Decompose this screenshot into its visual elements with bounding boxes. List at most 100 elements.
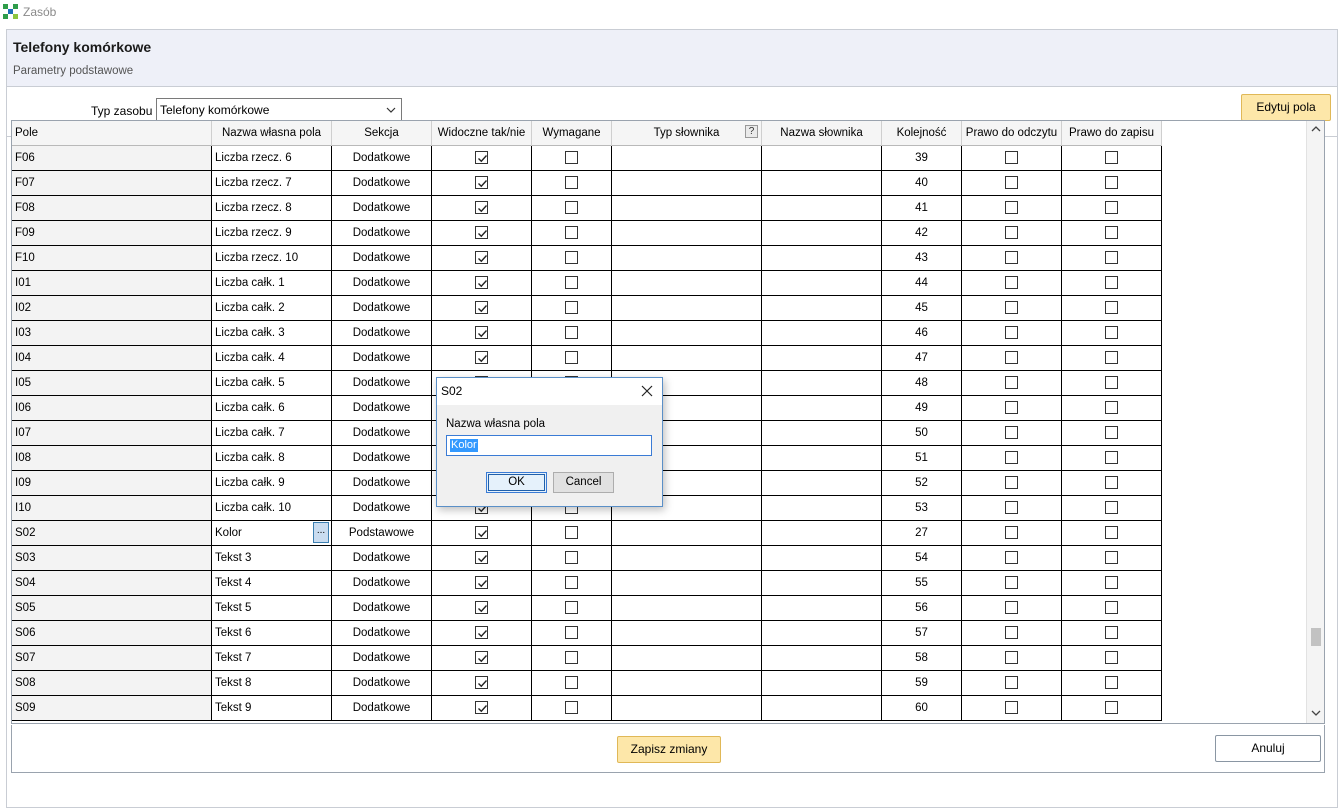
cell-section[interactable]: Dodatkowe [332,321,432,346]
cell-field-custom-name[interactable]: Liczba całk. 3 [212,321,332,346]
checkbox-checked[interactable] [475,226,488,239]
cell-dictionary-name[interactable] [762,196,882,221]
cell-order[interactable]: 40 [882,171,962,196]
dialog-cancel-button[interactable]: Cancel [553,472,614,493]
checkbox-unchecked[interactable] [1105,351,1118,364]
checkbox-checked[interactable] [475,176,488,189]
cell-write-permission[interactable] [1062,571,1162,596]
scrollbar-thumb[interactable] [1311,628,1321,646]
cell-field-custom-name[interactable]: Liczba całk. 4 [212,346,332,371]
cell-write-permission[interactable] [1062,521,1162,546]
cell-order[interactable]: 51 [882,446,962,471]
cell-section[interactable]: Dodatkowe [332,146,432,171]
cell-visible[interactable] [432,596,532,621]
cell-order[interactable]: 52 [882,471,962,496]
checkbox-unchecked[interactable] [1105,226,1118,239]
column-header-field-code[interactable]: Pole [12,121,212,146]
checkbox-checked[interactable] [475,351,488,364]
cell-field-custom-name[interactable]: Liczba rzecz. 8 [212,196,332,221]
cell-visible[interactable] [432,296,532,321]
cell-dictionary-name[interactable] [762,571,882,596]
checkbox-unchecked[interactable] [565,651,578,664]
cell-required[interactable] [532,221,612,246]
checkbox-checked[interactable] [475,576,488,589]
cell-dictionary-name[interactable] [762,546,882,571]
column-header-visible[interactable]: Widoczne tak/nie [432,121,532,146]
cell-order[interactable]: 49 [882,396,962,421]
checkbox-unchecked[interactable] [1105,526,1118,539]
cell-required[interactable] [532,571,612,596]
checkbox-unchecked[interactable] [1105,151,1118,164]
cell-visible[interactable] [432,621,532,646]
close-icon[interactable] [641,385,653,397]
cell-write-permission[interactable] [1062,646,1162,671]
cell-section[interactable]: Dodatkowe [332,221,432,246]
cell-field-custom-name[interactable]: Tekst 5 [212,596,332,621]
checkbox-unchecked[interactable] [1005,626,1018,639]
cell-read-permission[interactable] [962,471,1062,496]
cell-write-permission[interactable] [1062,446,1162,471]
checkbox-unchecked[interactable] [565,701,578,714]
cell-field-custom-name[interactable]: Liczba rzecz. 9 [212,221,332,246]
cell-section[interactable]: Dodatkowe [332,671,432,696]
cell-required[interactable] [532,196,612,221]
cell-visible[interactable] [432,221,532,246]
cell-dictionary-name[interactable] [762,471,882,496]
cell-dictionary-name[interactable] [762,171,882,196]
cell-required[interactable] [532,321,612,346]
cell-order[interactable]: 48 [882,371,962,396]
checkbox-unchecked[interactable] [1005,576,1018,589]
checkbox-checked[interactable] [475,626,488,639]
cell-dictionary-name[interactable] [762,521,882,546]
ellipsis-edit-button[interactable]: ... [313,522,329,543]
cell-dictionary-name[interactable] [762,296,882,321]
checkbox-unchecked[interactable] [1005,401,1018,414]
column-header-dictionary-type[interactable]: Typ słownika? [612,121,762,146]
checkbox-unchecked[interactable] [1105,201,1118,214]
checkbox-unchecked[interactable] [1105,251,1118,264]
cell-field-custom-name[interactable]: Liczba całk. 10 [212,496,332,521]
checkbox-unchecked[interactable] [565,676,578,689]
checkbox-checked[interactable] [475,276,488,289]
cell-required[interactable] [532,246,612,271]
checkbox-checked[interactable] [475,526,488,539]
scroll-up-icon[interactable] [1311,124,1321,134]
cell-read-permission[interactable] [962,246,1062,271]
cell-write-permission[interactable] [1062,196,1162,221]
cell-read-permission[interactable] [962,621,1062,646]
checkbox-unchecked[interactable] [565,526,578,539]
checkbox-unchecked[interactable] [565,251,578,264]
cell-read-permission[interactable] [962,346,1062,371]
cell-read-permission[interactable] [962,321,1062,346]
cell-dictionary-name[interactable] [762,621,882,646]
checkbox-unchecked[interactable] [1005,451,1018,464]
cell-visible[interactable] [432,196,532,221]
cell-visible[interactable] [432,546,532,571]
checkbox-unchecked[interactable] [1105,626,1118,639]
checkbox-checked[interactable] [475,151,488,164]
cell-field-custom-name[interactable]: Liczba całk. 8 [212,446,332,471]
cell-required[interactable] [532,521,612,546]
cell-field-custom-name[interactable]: Tekst 7 [212,646,332,671]
checkbox-unchecked[interactable] [1005,551,1018,564]
cell-dictionary-name[interactable] [762,596,882,621]
cell-required[interactable] [532,146,612,171]
checkbox-unchecked[interactable] [1005,676,1018,689]
cell-dictionary-name[interactable] [762,671,882,696]
cell-visible[interactable] [432,346,532,371]
cell-field-custom-name[interactable]: Liczba całk. 6 [212,396,332,421]
checkbox-unchecked[interactable] [1105,476,1118,489]
cell-field-custom-name[interactable]: Liczba rzecz. 10 [212,246,332,271]
cell-write-permission[interactable] [1062,171,1162,196]
cell-required[interactable] [532,646,612,671]
checkbox-unchecked[interactable] [1005,326,1018,339]
cell-write-permission[interactable] [1062,546,1162,571]
cell-write-permission[interactable] [1062,671,1162,696]
cell-dictionary-name[interactable] [762,221,882,246]
cell-section[interactable]: Dodatkowe [332,246,432,271]
cell-read-permission[interactable] [962,596,1062,621]
checkbox-checked[interactable] [475,651,488,664]
checkbox-unchecked[interactable] [1105,301,1118,314]
checkbox-unchecked[interactable] [565,176,578,189]
cell-section[interactable]: Dodatkowe [332,421,432,446]
